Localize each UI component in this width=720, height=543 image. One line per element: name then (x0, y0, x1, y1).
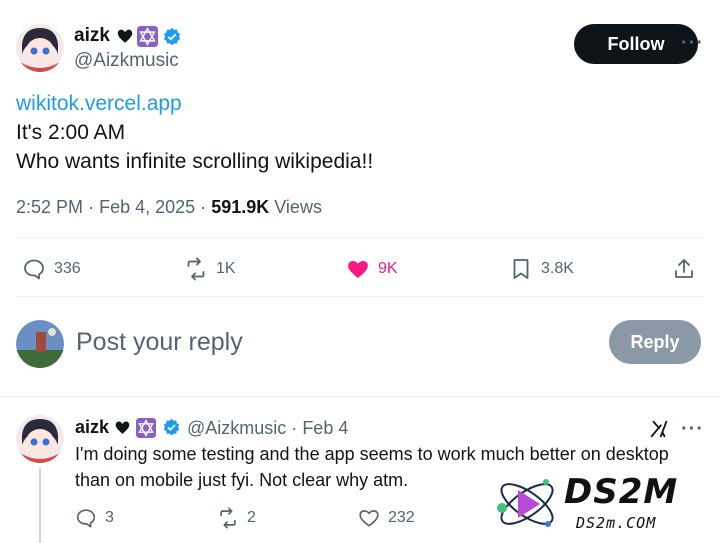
watermark-title: DS2M (564, 472, 679, 512)
reply-author-avatar[interactable] (16, 415, 64, 463)
views-count: 591.9K (211, 197, 270, 217)
divider (0, 396, 720, 397)
verified-badge-icon (162, 27, 182, 52)
reply-reply-count: 3 (105, 509, 114, 526)
main-tweet: aizk @Aizkmusic Follow ··· wikitok.verce… (0, 0, 720, 300)
tweet-date[interactable]: Feb 4, 2025 (99, 197, 195, 217)
like-action[interactable]: 9K (346, 257, 398, 281)
reply-more-options-icon[interactable]: ··· (681, 418, 704, 441)
tweet-time[interactable]: 2:52 PM (16, 197, 83, 217)
repost-count: 1K (216, 260, 236, 277)
reply-meta: @Aizkmusic · Feb 4 (187, 418, 348, 439)
grok-icon[interactable] (648, 418, 670, 445)
reply-icon (76, 509, 96, 528)
reply-text-line-1: I'm doing some testing and the app seems… (75, 444, 669, 464)
reply-action[interactable]: 336 (22, 257, 81, 281)
watermark-url: DS2m.COM (576, 514, 657, 532)
heart-icon (348, 261, 368, 278)
star-of-david-icon (136, 418, 156, 443)
reply-repost-count: 2 (247, 509, 256, 526)
heart-outline-icon (359, 510, 379, 527)
star-of-david-icon (137, 26, 158, 52)
meta-separator: · (200, 197, 207, 217)
repost-icon (220, 507, 236, 529)
reply-repost-action[interactable]: 2 (217, 507, 256, 529)
watermark: DS2M DS2m.COM (494, 470, 714, 540)
reply-author-handle[interactable]: @Aizkmusic (187, 418, 286, 438)
divider (16, 296, 704, 297)
reply-reply-action[interactable]: 3 (75, 507, 114, 529)
repost-action[interactable]: 1K (184, 257, 236, 281)
repost-icon (187, 257, 205, 281)
bookmark-action[interactable]: 3.8K (509, 257, 574, 281)
reply-icon (24, 259, 44, 280)
tweet-link[interactable]: wikitok.vercel.app (16, 92, 182, 116)
tweet-meta: 2:52 PM · Feb 4, 2025 · 591.9K Views (16, 197, 322, 218)
reply-text-line-2: than on mobile just fyi. Not clear why a… (75, 470, 409, 490)
reply-count: 336 (54, 260, 81, 277)
author-name[interactable]: aizk (74, 25, 110, 47)
share-icon (675, 259, 693, 278)
like-count: 9K (378, 260, 398, 277)
views-label: Views (274, 197, 322, 217)
reply-like-count: 232 (388, 509, 415, 526)
heart-emoji-icon (116, 27, 134, 50)
current-user-avatar[interactable] (16, 320, 64, 368)
share-action[interactable] (672, 257, 696, 281)
more-options-icon[interactable]: ··· (681, 32, 704, 55)
thread-line (39, 468, 41, 543)
reply-button[interactable]: Reply (609, 320, 701, 364)
bookmark-icon (513, 259, 529, 279)
meta-separator: · (88, 197, 95, 217)
author-avatar[interactable] (16, 24, 64, 72)
reply-author-name[interactable]: aizk (75, 417, 109, 438)
meta-separator: · (291, 418, 298, 438)
follow-button[interactable]: Follow (574, 24, 698, 64)
reply-like-action[interactable]: 232 (358, 507, 415, 529)
watermark-logo-icon (497, 479, 554, 527)
tweet-text-line-1: It's 2:00 AM (16, 121, 126, 144)
reply-date[interactable]: Feb 4 (302, 418, 348, 438)
tweet-text-line-2: Who wants infinite scrolling wikipedia!! (16, 150, 374, 173)
heart-emoji-icon (114, 419, 131, 441)
reply-input[interactable]: Post your reply (76, 328, 243, 357)
bookmark-count: 3.8K (541, 260, 574, 277)
divider (16, 237, 704, 238)
author-handle[interactable]: @Aizkmusic (74, 50, 179, 72)
verified-badge-icon (162, 418, 181, 442)
